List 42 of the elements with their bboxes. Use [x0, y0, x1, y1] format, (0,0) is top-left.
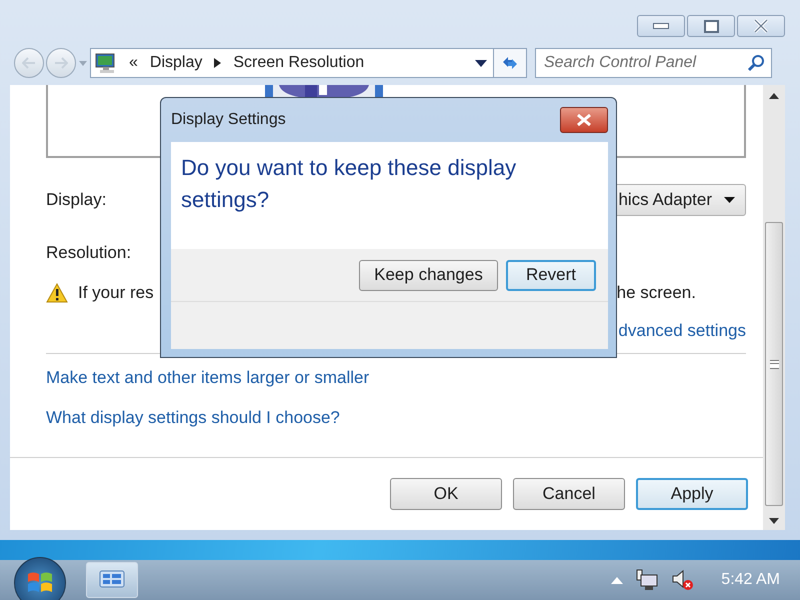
breadcrumb-item[interactable]: Display	[150, 54, 202, 72]
dialog-button[interactable]: Apply	[636, 478, 748, 510]
dialog-title: Display Settings	[171, 111, 286, 129]
dialog-button[interactable]: Cancel	[513, 478, 625, 510]
close-icon	[753, 19, 769, 33]
network-icon[interactable]	[635, 569, 660, 591]
chevron-icon[interactable]	[214, 58, 222, 68]
advanced-settings-link[interactable]: dvanced settings	[618, 321, 746, 341]
refresh-button[interactable]	[494, 48, 527, 78]
forward-arrow-icon	[54, 57, 68, 69]
warning-icon	[46, 283, 68, 303]
search-icon	[747, 54, 765, 72]
dropdown-arrow-icon	[724, 197, 735, 203]
close-button[interactable]	[560, 107, 608, 133]
help-link[interactable]: Make text and other items larger or smaller	[46, 368, 370, 388]
dialog-button[interactable]: Keep changes	[359, 260, 498, 290]
dialog-button[interactable]: OK	[390, 478, 502, 510]
scroll-thumb[interactable]	[765, 222, 783, 506]
maximize-button[interactable]	[687, 15, 735, 37]
help-link[interactable]: What display settings should I choose?	[46, 408, 340, 428]
dialog-question: Do you want to keep these display settings?	[181, 154, 518, 214]
scrollbar[interactable]	[763, 85, 785, 530]
scroll-up-icon[interactable]	[769, 93, 779, 99]
display-label: Display:	[46, 190, 106, 210]
search-field[interactable]: Search Control Panel	[535, 48, 772, 78]
warning-text: If your res	[78, 283, 154, 303]
address-bar[interactable]: « Display Screen Resolution	[90, 48, 494, 78]
dialog-button[interactable]: Revert	[506, 260, 596, 290]
minimize-button[interactable]	[637, 15, 685, 37]
back-arrow-icon	[22, 57, 36, 69]
warning-text: he screen.	[616, 283, 696, 303]
resolution-label: Resolution:	[46, 243, 132, 263]
monitor-icon	[95, 52, 117, 74]
scroll-down-icon[interactable]	[769, 518, 779, 524]
dropdown-arrow-icon[interactable]	[475, 60, 487, 66]
start-button[interactable]	[14, 557, 66, 600]
control-panel-taskbar-button[interactable]	[86, 562, 138, 598]
muted-speaker-icon[interactable]	[671, 569, 696, 591]
breadcrumb-overflow[interactable]: «	[129, 54, 138, 72]
tray-expand-icon[interactable]	[611, 576, 624, 584]
close-icon	[576, 114, 592, 126]
breadcrumb-item[interactable]: Screen Resolution	[233, 54, 364, 72]
